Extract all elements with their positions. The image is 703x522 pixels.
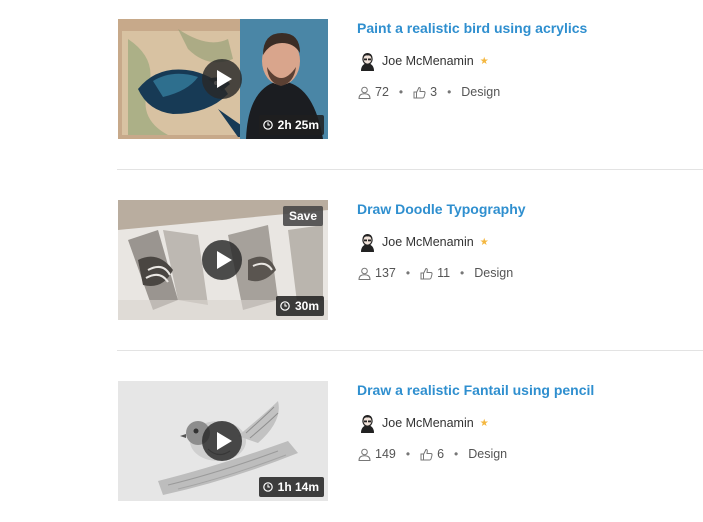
save-button[interactable]: Save [282,206,323,226]
star-icon: ★ [479,55,489,67]
author-row: Joe McMenamin ★ [358,50,489,72]
clock-icon [262,482,273,492]
divider [117,350,703,351]
clock-icon [262,120,273,130]
duration-text: 2h 25m [277,118,319,132]
student-count: 149 [375,447,396,461]
avatar[interactable] [358,413,377,433]
like-count: 3 [430,85,438,99]
author-name[interactable]: Joe McMenamin [382,416,474,430]
class-meta: 72 • 3 • Design [358,83,500,101]
class-title-link[interactable]: Paint a realistic bird using acrylics [357,20,587,36]
class-thumbnail[interactable]: 1h 14m [118,381,328,501]
separator-dot: • [405,266,411,280]
thumbs-up-icon [420,267,433,279]
like-count: 11 [437,266,451,280]
star-icon: ★ [479,417,489,429]
separator-dot: • [454,447,459,461]
author-name[interactable]: Joe McMenamin [382,235,474,249]
separator-dot: • [447,85,452,99]
duration-badge: 1h 14m [258,477,324,497]
thumbs-up-icon [420,448,433,460]
like-count: 6 [437,447,445,461]
avatar[interactable] [358,51,377,71]
play-icon[interactable] [202,421,242,461]
class-meta: 149 • 6 • Design [358,445,507,463]
duration-text: 30m [294,299,319,313]
duration-badge: 2h 25m [258,115,324,135]
category-link[interactable]: Design [461,85,500,99]
separator-dot: • [405,447,411,461]
user-icon [358,86,371,99]
user-icon [358,267,371,280]
student-count: 72 [375,85,389,99]
class-title-link[interactable]: Draw a realistic Fantail using pencil [357,382,594,398]
thumbs-up-icon [413,86,426,98]
play-icon[interactable] [202,240,242,280]
avatar[interactable] [358,232,377,252]
class-card: 1h 14m Draw a realistic Fantail using pe… [0,362,703,522]
student-count: 137 [375,266,396,280]
class-card: Save 30m Draw Doodle Typography Joe McMe… [0,181,703,362]
author-row: Joe McMenamin ★ [358,231,489,253]
category-link[interactable]: Design [474,266,513,280]
author-name[interactable]: Joe McMenamin [382,54,474,68]
class-thumbnail[interactable]: 2h 25m [118,19,328,139]
separator-dot: • [398,85,404,99]
author-row: Joe McMenamin ★ [358,412,489,434]
duration-text: 1h 14m [277,480,319,494]
class-thumbnail[interactable]: Save 30m [118,200,328,320]
clock-icon [280,301,290,311]
class-meta: 137 • 11 • Design [358,264,513,282]
duration-badge: 30m [275,296,324,316]
category-link[interactable]: Design [468,447,507,461]
divider [117,169,703,170]
user-icon [358,448,371,461]
star-icon: ★ [479,236,489,248]
class-title-link[interactable]: Draw Doodle Typography [357,201,526,217]
play-icon[interactable] [202,59,242,99]
class-list: 2h 25m Paint a realistic bird using acry… [0,0,703,522]
separator-dot: • [460,266,465,280]
class-card: 2h 25m Paint a realistic bird using acry… [0,0,703,181]
